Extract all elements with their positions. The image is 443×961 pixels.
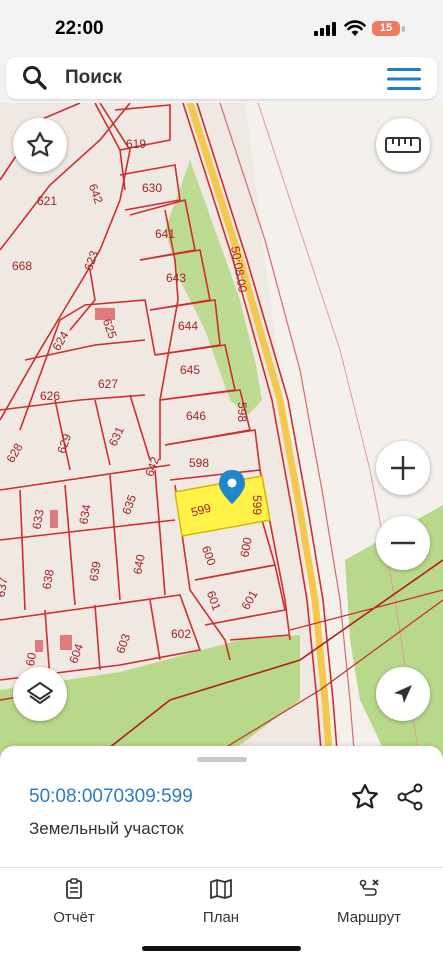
map-canvas[interactable]: 619630621641642643668 6236446256246456276… xyxy=(0,103,443,763)
tab-report-label: Отчёт xyxy=(53,909,95,926)
plot-number-label: 645 xyxy=(180,363,200,377)
plot-number-label: 643 xyxy=(166,271,186,285)
route-icon xyxy=(359,879,379,896)
plot-number-label: 646 xyxy=(186,409,206,423)
share-icon[interactable] xyxy=(395,782,425,812)
map-plan-icon xyxy=(210,879,232,899)
ruler-icon xyxy=(385,137,421,153)
parcel-info-sheet[interactable]: 50:08:0070309:599 Земельный участок xyxy=(0,746,443,868)
ruler-button[interactable] xyxy=(376,118,430,172)
building xyxy=(50,510,58,528)
navigation-arrow-icon xyxy=(394,685,412,703)
plot-number-label: 626 xyxy=(40,389,60,403)
sheet-drag-handle[interactable] xyxy=(197,757,247,762)
plot-number-label: 598 xyxy=(235,402,249,422)
plot-number-label: 644 xyxy=(178,319,198,333)
plot-number-label: 599 xyxy=(250,495,264,515)
parcel-type: Земельный участок xyxy=(29,819,184,838)
hamburger-menu-icon[interactable] xyxy=(387,67,421,91)
zoom-out-button[interactable] xyxy=(376,516,430,570)
cadastral-map[interactable]: 619 630 621 641 642 643 668 623 644 625 624 645 627 6… xyxy=(0,103,443,763)
battery-tip xyxy=(402,26,405,32)
plot-number-label: 641 xyxy=(155,227,175,241)
plot-number-label: 619 xyxy=(126,137,146,151)
search-bar[interactable]: Поиск xyxy=(6,57,437,99)
tab-report[interactable]: Отчёт xyxy=(14,878,134,926)
plot-number-label: 621 xyxy=(37,194,57,208)
plus-icon xyxy=(391,456,415,480)
cadastral-number: 50:08:0070309:599 xyxy=(29,786,193,807)
plot-number-label: 627 xyxy=(98,377,118,391)
layers-icon xyxy=(27,682,53,704)
star-icon[interactable] xyxy=(350,782,380,812)
star-icon xyxy=(27,132,53,157)
home-indicator xyxy=(142,946,301,951)
status-time: 22:00 xyxy=(55,18,104,39)
search-input[interactable]: Поиск xyxy=(65,67,122,89)
layers-button[interactable] xyxy=(13,667,67,721)
tab-plan-label: План xyxy=(202,909,240,926)
minus-icon xyxy=(391,541,415,545)
search-icon[interactable] xyxy=(22,65,48,91)
my-location-button[interactable] xyxy=(376,667,430,721)
plot-number-label: 668 xyxy=(12,259,32,273)
plot-number-label: 630 xyxy=(142,181,162,195)
plot-number-label: 598 xyxy=(189,456,209,470)
wifi-icon xyxy=(344,20,366,36)
tab-route-label: Маршрут xyxy=(337,909,401,926)
zoom-in-button[interactable] xyxy=(376,441,430,495)
plot-number-label: 60 xyxy=(23,651,39,667)
battery-icon: 15 xyxy=(372,21,400,36)
plot-number-label: 602 xyxy=(171,627,191,641)
favorite-star-button[interactable] xyxy=(13,118,67,172)
cellular-signal-icon xyxy=(314,22,336,36)
building xyxy=(35,640,43,652)
status-bar: 22:00 15 xyxy=(0,0,443,58)
tab-plan[interactable]: План xyxy=(161,878,281,926)
report-icon xyxy=(66,878,82,899)
tab-route[interactable]: Маршрут xyxy=(309,878,429,926)
